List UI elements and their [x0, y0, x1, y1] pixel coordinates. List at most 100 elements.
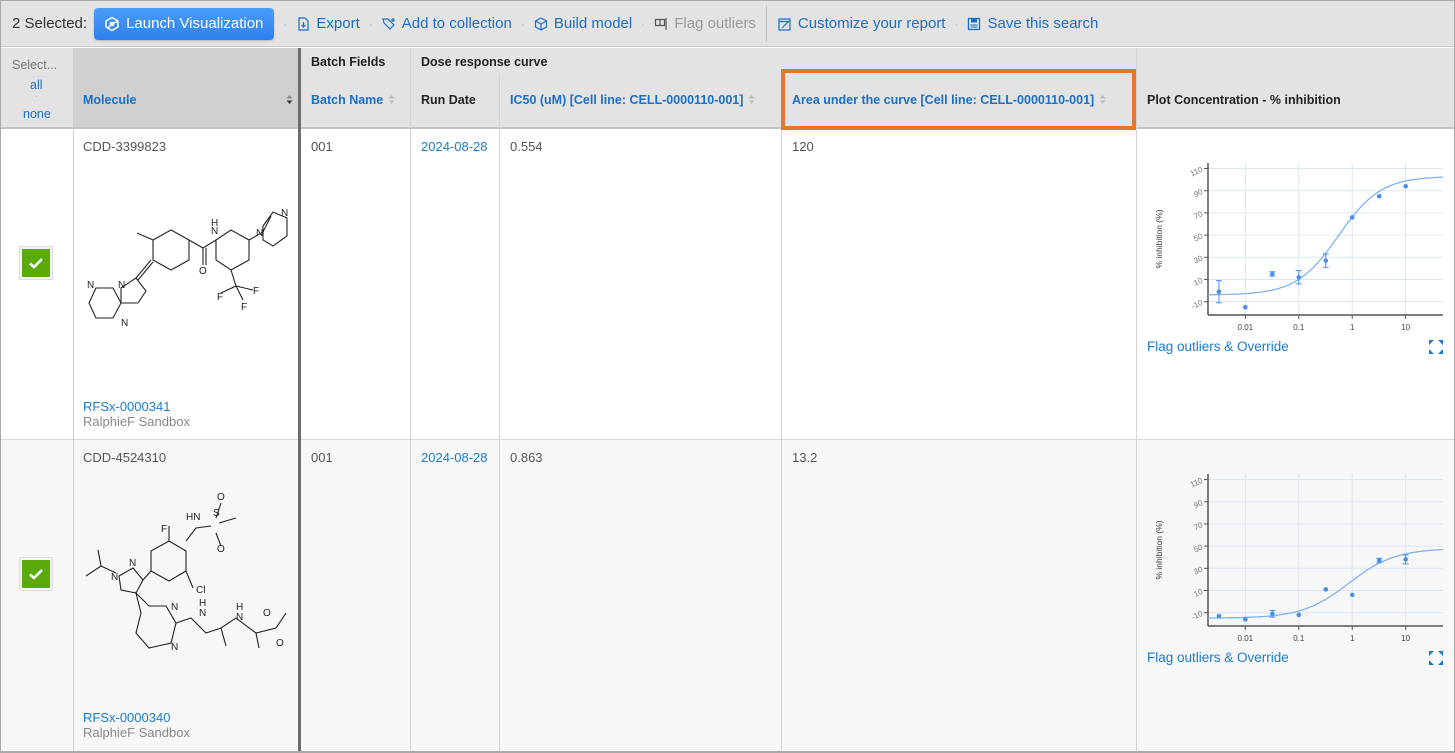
svg-text:O: O — [217, 492, 225, 503]
y-tick-label: 110 — [1189, 476, 1205, 490]
ic50-text: IC50 (uM) [Cell line: CELL-0000110-001] — [510, 93, 744, 107]
toolbar-separator: · — [368, 16, 373, 31]
export-icon — [298, 16, 309, 31]
select-none-link[interactable]: none — [23, 107, 51, 121]
data-point — [1296, 612, 1302, 618]
build-model-label: Build model — [553, 15, 633, 32]
auc-value: 13.2 — [792, 450, 818, 465]
y-tick-label: 90 — [1192, 187, 1204, 199]
svg-text:N: N — [129, 558, 136, 569]
flag-outliers-icon — [655, 17, 667, 30]
y-tick-label: 70 — [1192, 520, 1204, 532]
svg-text:O: O — [199, 266, 207, 277]
toolbar-separator: · — [641, 16, 646, 31]
save-icon — [968, 17, 981, 30]
launch-visualization-button[interactable]: Launch Visualization — [94, 7, 275, 40]
vault-name: RalphieF Sandbox — [83, 414, 190, 429]
column-divider — [1136, 48, 1137, 751]
save-search-label: Save this search — [987, 15, 1099, 32]
y-tick-label: 70 — [1192, 209, 1204, 221]
run-date-link[interactable]: 2024-08-28 — [421, 139, 488, 154]
visualization-icon — [105, 16, 119, 31]
dose-response-plot[interactable]: -1010305070901100.010.1110Concentration … — [1146, 155, 1446, 335]
molecule-column-label[interactable]: Molecule — [83, 93, 137, 107]
row-select-checkbox[interactable] — [19, 557, 53, 591]
svg-text:O: O — [217, 544, 225, 555]
vault-name: RalphieF Sandbox — [83, 725, 190, 740]
auc-text: Area under the curve [Cell line: CELL-00… — [792, 93, 1095, 107]
batch-name-text: Batch Name — [311, 93, 384, 107]
svg-text:N: N — [118, 280, 125, 291]
expand-icon[interactable] — [1428, 650, 1444, 666]
molecule-structure-image[interactable]: N NN ONH NN FFF — [81, 208, 296, 338]
data-point — [1376, 193, 1382, 199]
svg-text:N: N — [199, 608, 206, 619]
selected-count: 2 Selected: — [12, 15, 88, 32]
svg-text:F: F — [161, 524, 167, 535]
run-date-column-label: Run Date — [421, 93, 476, 107]
svg-text:N: N — [171, 642, 178, 653]
y-axis-label: % inhibition (%) — [1154, 520, 1164, 579]
sort-icon[interactable] — [286, 94, 293, 105]
flag-outliers-button[interactable]: Flag outliers — [654, 15, 756, 32]
svg-text:F: F — [241, 302, 247, 313]
svg-text:HN: HN — [186, 512, 200, 523]
x-tick-label: 1 — [1350, 323, 1355, 332]
frozen-column-divider[interactable] — [298, 48, 301, 751]
flag-outliers-override-link[interactable]: Flag outliers & Override — [1147, 339, 1289, 354]
sort-icon[interactable] — [1099, 94, 1106, 105]
cube-icon — [534, 16, 547, 31]
y-tick-label: 30 — [1192, 253, 1204, 265]
x-tick-label: 10 — [1401, 323, 1410, 332]
run-date-link[interactable]: 2024-08-28 — [421, 450, 488, 465]
ic50-value: 0.863 — [510, 450, 543, 465]
column-divider — [499, 74, 500, 751]
expand-icon[interactable] — [1428, 339, 1444, 355]
sort-icon[interactable] — [748, 94, 755, 105]
x-tick-label: 0.01 — [1238, 634, 1254, 643]
data-point — [1376, 558, 1382, 563]
launch-visualization-label: Launch Visualization — [126, 15, 264, 32]
checkmark-icon — [29, 258, 43, 269]
auc-column-label[interactable]: Area under the curve [Cell line: CELL-00… — [792, 93, 1106, 107]
save-search-button[interactable]: Save this search — [967, 15, 1098, 32]
ic50-column-label[interactable]: IC50 (uM) [Cell line: CELL-0000110-001] — [510, 93, 755, 107]
registration-link[interactable]: RFSx-0000340 — [83, 710, 170, 725]
customize-report-label: Customize your report — [797, 15, 946, 32]
tag-icon — [381, 17, 395, 30]
add-to-collection-button[interactable]: Add to collection — [381, 15, 512, 32]
data-point — [1349, 592, 1355, 598]
customize-report-button[interactable]: Customize your report — [778, 15, 946, 32]
molecule-id: CDD-4524310 — [83, 450, 167, 465]
selection-toolbar: 2 Selected: Launch Visualization · Expor… — [1, 1, 1454, 47]
data-point — [1403, 183, 1408, 189]
svg-text:N: N — [236, 612, 243, 623]
data-point — [1243, 304, 1248, 310]
add-to-collection-label: Add to collection — [401, 15, 512, 32]
data-point — [1323, 587, 1329, 592]
sort-icon[interactable] — [388, 94, 395, 105]
build-model-button[interactable]: Build model — [534, 15, 632, 32]
auc-value: 120 — [792, 139, 814, 154]
data-point — [1349, 215, 1355, 220]
export-button[interactable]: Export — [296, 15, 360, 32]
checkmark-icon — [29, 569, 43, 580]
data-point — [1216, 613, 1222, 619]
batch-name-column-label[interactable]: Batch Name — [311, 93, 395, 107]
column-divider — [781, 74, 782, 751]
column-divider — [73, 48, 74, 751]
y-tick-label: 50 — [1192, 231, 1204, 243]
dose-response-plot[interactable]: -1010305070901100.010.1110Concentration … — [1146, 466, 1446, 646]
molecule-structure-image[interactable]: NN FHN S OO Cl NN NH NH OO — [81, 488, 296, 663]
svg-text:H: H — [211, 218, 218, 229]
flag-outliers-override-link[interactable]: Flag outliers & Override — [1147, 650, 1289, 665]
select-all-link[interactable]: all — [30, 78, 43, 92]
registration-link[interactable]: RFSx-0000341 — [83, 399, 170, 414]
select-label: Select... — [12, 58, 58, 72]
edit-report-icon — [778, 17, 791, 31]
batch-fields-group-label: Batch Fields — [311, 55, 386, 69]
molecule-header[interactable] — [73, 48, 299, 129]
y-tick-label: 90 — [1192, 498, 1204, 510]
row-select-checkbox[interactable] — [19, 246, 53, 280]
svg-text:F: F — [253, 286, 259, 297]
